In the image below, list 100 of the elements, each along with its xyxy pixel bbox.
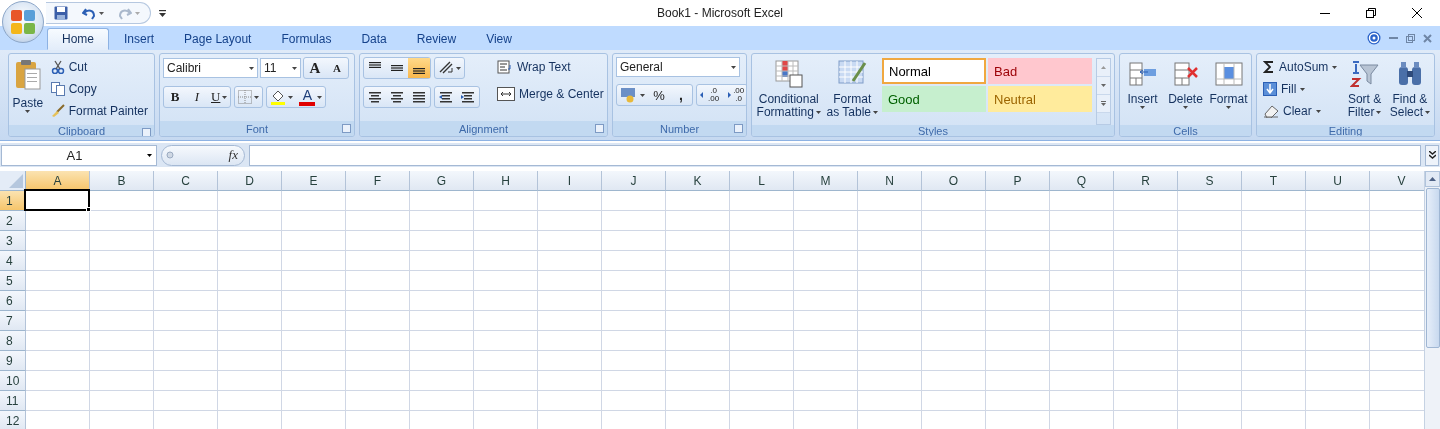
row-header[interactable]: 5 (0, 271, 26, 291)
sort-filter-button[interactable]: Sort & Filter (1344, 57, 1385, 125)
row-header[interactable]: 1 (0, 191, 26, 211)
underline-button[interactable]: U (208, 87, 231, 107)
column-header[interactable]: F (346, 171, 410, 191)
dialog-launcher-button[interactable] (734, 124, 743, 133)
column-header[interactable]: Q (1050, 171, 1114, 191)
formula-input-field[interactable] (249, 144, 1421, 166)
fill-button[interactable]: Fill (1260, 79, 1341, 99)
column-header[interactable]: C (154, 171, 218, 191)
gallery-more-button[interactable] (1097, 95, 1110, 113)
vertical-scrollbar[interactable] (1424, 171, 1440, 429)
ribbon-tab[interactable]: Page Layout (169, 28, 267, 50)
insert-cells-button[interactable]: Insert (1123, 57, 1162, 125)
font-name-field[interactable]: Calibri (163, 58, 258, 78)
column-header[interactable]: N (858, 171, 922, 191)
column-header[interactable]: J (602, 171, 666, 191)
row-header[interactable]: 7 (0, 311, 26, 331)
bold-button[interactable]: B (164, 87, 186, 107)
font-color-button[interactable]: A (296, 87, 326, 107)
merge-center-button[interactable]: Merge & Center (494, 84, 607, 104)
increase-decimal-button[interactable]: .0 .00 (697, 85, 723, 105)
dialog-launcher-button[interactable] (595, 124, 604, 133)
row-header[interactable]: 2 (0, 211, 26, 231)
format-cells-button[interactable]: Format (1209, 57, 1248, 125)
wrap-text-button[interactable]: Wrap Text (494, 57, 607, 77)
find-select-button[interactable]: Find & Select (1388, 57, 1431, 125)
column-header[interactable]: L (730, 171, 794, 191)
undo-button[interactable] (82, 6, 96, 20)
office-button[interactable] (2, 1, 44, 43)
shrink-font-button[interactable]: A (326, 58, 348, 78)
clear-button[interactable]: Clear (1260, 101, 1341, 121)
vertical-align-button[interactable] (408, 58, 430, 78)
cell-style-option[interactable]: Good (882, 86, 986, 112)
column-header[interactable]: K (666, 171, 730, 191)
column-header[interactable]: D (218, 171, 282, 191)
expand-formula-button[interactable] (1425, 144, 1439, 166)
row-header[interactable]: 12 (0, 411, 26, 429)
column-header[interactable]: U (1306, 171, 1370, 191)
copy-button[interactable]: Copy (47, 79, 151, 99)
font-size-field[interactable]: 11 (260, 58, 301, 78)
italic-button[interactable]: I (186, 87, 208, 107)
column-header[interactable]: P (986, 171, 1050, 191)
column-header[interactable]: E (282, 171, 346, 191)
dialog-launcher-button[interactable] (142, 128, 151, 136)
ribbon-tab[interactable]: Insert (109, 28, 170, 50)
ribbon-tab[interactable]: Formulas (266, 28, 347, 50)
column-header[interactable]: M (794, 171, 858, 191)
row-header[interactable]: 11 (0, 391, 26, 411)
column-header[interactable]: V (1370, 171, 1424, 191)
cell-style-option[interactable]: Normal (882, 58, 986, 84)
paste-button[interactable]: Paste (12, 57, 44, 125)
cell-style-option[interactable]: Bad (988, 58, 1092, 84)
delete-cells-button[interactable]: Delete (1166, 57, 1205, 125)
dialog-launcher-button[interactable] (342, 124, 351, 133)
gallery-down-button[interactable] (1097, 77, 1110, 95)
ribbon-tab[interactable]: Data (346, 28, 402, 50)
left-arrow-icon (700, 92, 706, 98)
caret-icon (288, 95, 294, 99)
ribbon-tab[interactable]: Home (47, 28, 109, 50)
ribbon-tab[interactable]: View (471, 28, 527, 50)
column-header[interactable]: R (1114, 171, 1178, 191)
active-cell[interactable] (23, 189, 90, 211)
row-header[interactable]: 4 (0, 251, 26, 271)
row-header[interactable]: 10 (0, 371, 26, 391)
column-header[interactable]: S (1178, 171, 1242, 191)
decrease-decimal-button[interactable]: .00 .0 (722, 85, 746, 105)
name-box[interactable]: A1 (1, 144, 157, 166)
column-header[interactable]: I (538, 171, 602, 191)
conditional-formatting-button[interactable]: Conditional Formatting (755, 57, 823, 125)
format-as-table-button[interactable]: Format as Table (826, 57, 878, 125)
save-button[interactable] (54, 6, 68, 20)
orientation-button[interactable] (434, 57, 465, 79)
row-header[interactable]: 9 (0, 351, 26, 371)
row-header[interactable]: 3 (0, 231, 26, 251)
column-header[interactable]: B (90, 171, 154, 191)
comma-button[interactable]: , (670, 85, 692, 105)
ribbon-tab[interactable]: Review (401, 28, 472, 50)
scroll-up-button[interactable] (1425, 171, 1440, 187)
column-header[interactable]: G (410, 171, 474, 191)
column-header[interactable]: O (922, 171, 986, 191)
workbook-close-button[interactable] (1423, 33, 1432, 43)
format-painter-button[interactable]: Format Painter (47, 101, 151, 121)
column-header[interactable]: A (26, 171, 90, 191)
workbook-restore-button[interactable] (1406, 33, 1415, 43)
customize-toolbar-button[interactable] (159, 9, 166, 17)
autosum-button[interactable]: AutoSum (1260, 57, 1341, 77)
column-header[interactable]: T (1242, 171, 1306, 191)
cell-style-option[interactable]: Neutral (988, 86, 1092, 112)
cell-grid[interactable] (25, 191, 1424, 429)
cut-button[interactable]: Cut (47, 57, 151, 77)
insert-function-button[interactable]: fx (161, 144, 245, 166)
column-header[interactable]: H (474, 171, 538, 191)
number-format-field[interactable]: General (616, 57, 740, 77)
caret-icon (1183, 106, 1188, 109)
caret-icon (1425, 111, 1431, 114)
grow-font-button[interactable]: A (304, 58, 326, 78)
row-header[interactable]: 8 (0, 331, 26, 351)
percent-button[interactable]: % (648, 85, 670, 105)
row-header[interactable]: 6 (0, 291, 26, 311)
